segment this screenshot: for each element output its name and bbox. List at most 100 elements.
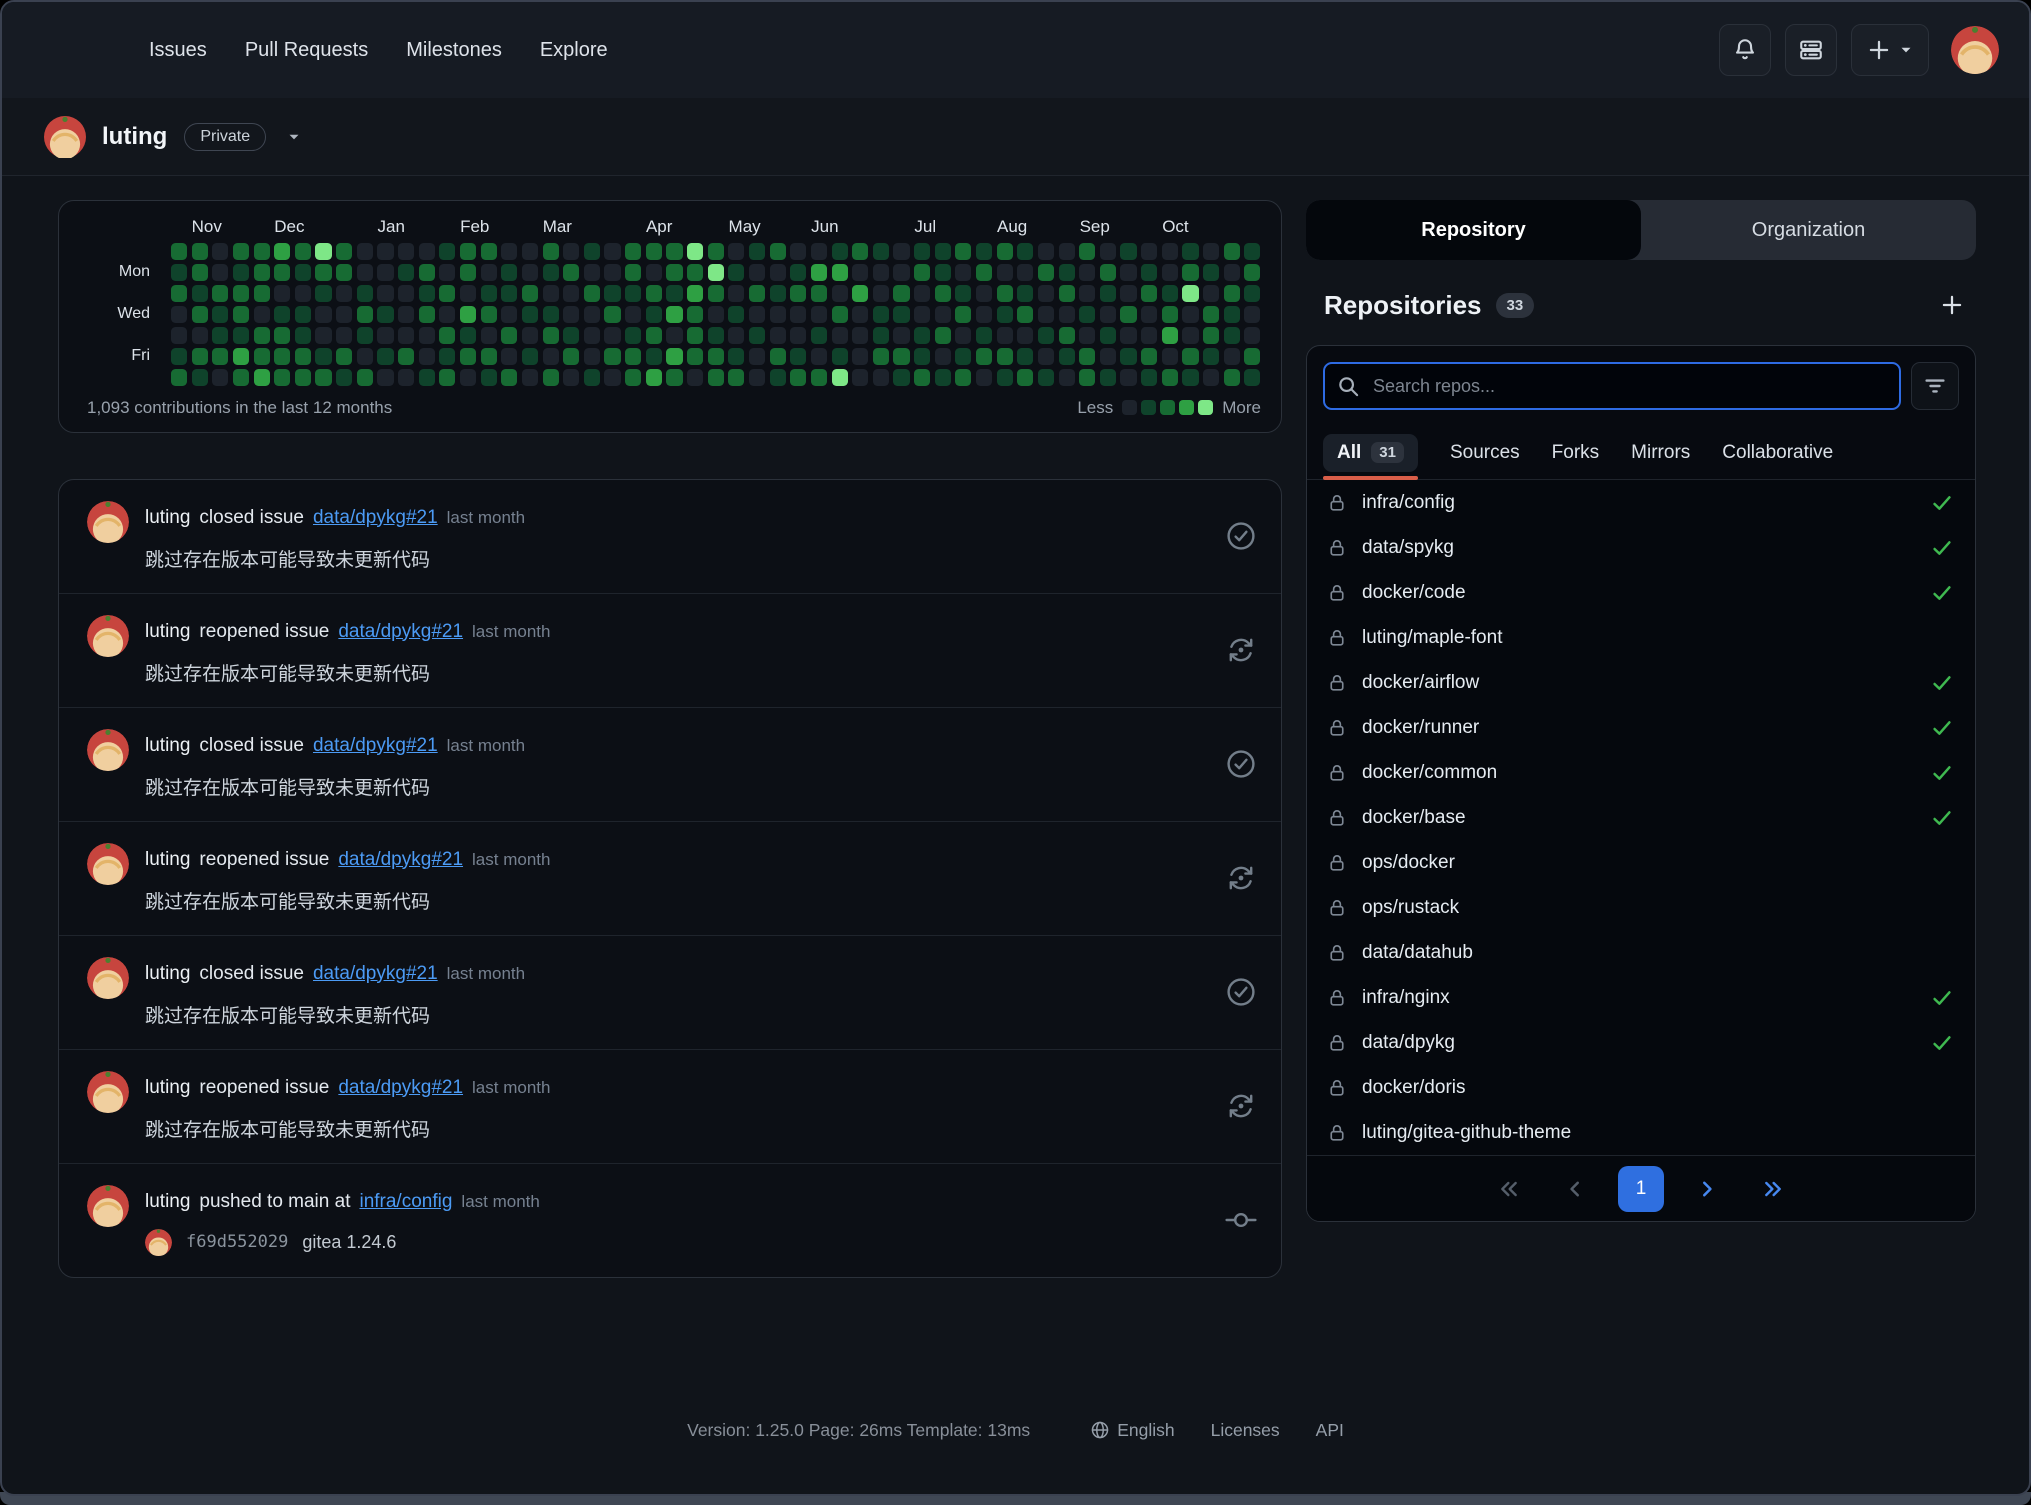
feed-target-link[interactable]: infra/config xyxy=(359,1191,452,1213)
filter-tab-all[interactable]: All31 xyxy=(1323,426,1418,479)
feed-target-link[interactable]: data/dpykg#21 xyxy=(313,735,438,757)
repo-row[interactable]: luting/maple-font xyxy=(1307,615,1975,660)
heatmap-cell xyxy=(295,285,311,302)
prev-page-button[interactable] xyxy=(1552,1166,1598,1212)
repo-name-link[interactable]: docker/code xyxy=(1362,582,1466,604)
feed-actor-link[interactable]: luting xyxy=(145,735,190,757)
repo-name-link[interactable]: docker/airflow xyxy=(1362,672,1479,694)
repo-name-link[interactable]: data/spykg xyxy=(1362,537,1454,559)
user-avatar[interactable] xyxy=(1951,26,1999,74)
feed-avatar[interactable] xyxy=(87,1071,129,1113)
heatmap-cell xyxy=(1244,285,1260,302)
repo-name-link[interactable]: ops/rustack xyxy=(1362,897,1459,919)
heatmap-cell xyxy=(770,348,786,365)
context-tab-repository[interactable]: Repository xyxy=(1306,200,1641,260)
feed-target-link[interactable]: data/dpykg#21 xyxy=(313,963,438,985)
feed-actor-link[interactable]: luting xyxy=(145,1191,190,1213)
feed-target-link[interactable]: data/dpykg#21 xyxy=(338,621,463,643)
feed-actor-link[interactable]: luting xyxy=(145,507,190,529)
create-new-button[interactable] xyxy=(1851,24,1929,76)
repo-name-link[interactable]: data/dpykg xyxy=(1362,1032,1455,1054)
repo-row[interactable]: docker/doris xyxy=(1307,1065,1975,1110)
feed-target-link[interactable]: data/dpykg#21 xyxy=(338,849,463,871)
repo-name-link[interactable]: docker/base xyxy=(1362,807,1466,829)
repo-filter-button[interactable] xyxy=(1911,362,1959,410)
heatmap-month-label: Nov xyxy=(192,217,222,237)
heatmap-cell xyxy=(295,348,311,365)
pagination: 1 xyxy=(1307,1155,1975,1221)
heatmap-cell xyxy=(955,369,971,386)
profile-dropdown-caret[interactable] xyxy=(286,129,302,145)
feed-target-link[interactable]: data/dpykg#21 xyxy=(338,1077,463,1099)
notifications-button[interactable] xyxy=(1719,24,1771,76)
repo-name-link[interactable]: luting/maple-font xyxy=(1362,627,1502,649)
profile-username[interactable]: luting xyxy=(102,123,167,151)
repo-row[interactable]: docker/runner xyxy=(1307,705,1975,750)
repo-row[interactable]: data/datahub xyxy=(1307,930,1975,975)
heatmap-cell xyxy=(522,243,538,260)
feed-avatar[interactable] xyxy=(87,729,129,771)
repo-name-link[interactable]: data/datahub xyxy=(1362,942,1473,964)
filter-tab-mirrors[interactable]: Mirrors xyxy=(1631,426,1690,479)
heatmap-cell xyxy=(274,306,290,323)
heatmap-cell xyxy=(501,264,517,281)
repo-name-link[interactable]: infra/nginx xyxy=(1362,987,1450,1009)
feed-avatar[interactable] xyxy=(87,957,129,999)
repo-row[interactable]: ops/docker xyxy=(1307,840,1975,885)
filter-tab-collaborative[interactable]: Collaborative xyxy=(1722,426,1833,479)
repo-row[interactable]: data/spykg xyxy=(1307,525,1975,570)
heatmap-cell xyxy=(1079,264,1095,281)
next-page-button[interactable] xyxy=(1684,1166,1730,1212)
contributions-summary: 1,093 contributions in the last 12 month… xyxy=(87,398,392,418)
admin-panel-button[interactable] xyxy=(1785,24,1837,76)
feed-actor-link[interactable]: luting xyxy=(145,849,190,871)
feed-actor-link[interactable]: luting xyxy=(145,1077,190,1099)
repo-row[interactable]: docker/common xyxy=(1307,750,1975,795)
footer-link-api[interactable]: API xyxy=(1316,1420,1344,1441)
repo-name-link[interactable]: docker/doris xyxy=(1362,1077,1466,1099)
repo-row[interactable]: ops/rustack xyxy=(1307,885,1975,930)
footer-link-licenses[interactable]: Licenses xyxy=(1211,1420,1280,1441)
repo-row[interactable]: data/dpykg xyxy=(1307,1020,1975,1065)
heatmap-cell xyxy=(687,369,703,386)
lock-icon xyxy=(1327,988,1347,1008)
repo-row[interactable]: luting/gitea-github-theme xyxy=(1307,1110,1975,1155)
context-tab-organization[interactable]: Organization xyxy=(1641,200,1976,260)
repo-row[interactable]: infra/config xyxy=(1307,480,1975,525)
repo-search-input[interactable] xyxy=(1323,362,1901,410)
add-repo-button[interactable] xyxy=(1934,287,1970,323)
current-page-button[interactable]: 1 xyxy=(1618,1166,1664,1212)
heatmap-week-column xyxy=(1162,243,1178,386)
nav-link-explore[interactable]: Explore xyxy=(521,29,627,72)
repo-name-link[interactable]: infra/config xyxy=(1362,492,1455,514)
repo-row[interactable]: docker/base xyxy=(1307,795,1975,840)
last-page-button[interactable] xyxy=(1750,1166,1796,1212)
repo-name-link[interactable]: docker/runner xyxy=(1362,717,1479,739)
profile-avatar[interactable] xyxy=(44,116,86,158)
nav-link-pull-requests[interactable]: Pull Requests xyxy=(226,29,387,72)
heatmap-cell xyxy=(398,285,414,302)
heatmap-cell xyxy=(419,243,435,260)
repo-name-link[interactable]: luting/gitea-github-theme xyxy=(1362,1122,1571,1144)
repo-name-link[interactable]: ops/docker xyxy=(1362,852,1455,874)
nav-link-issues[interactable]: Issues xyxy=(130,29,226,72)
first-page-button[interactable] xyxy=(1486,1166,1532,1212)
feed-avatar[interactable] xyxy=(87,615,129,657)
feed-avatar[interactable] xyxy=(87,843,129,885)
feed-actor-link[interactable]: luting xyxy=(145,621,190,643)
nav-link-milestones[interactable]: Milestones xyxy=(387,29,521,72)
feed-avatar[interactable] xyxy=(87,1185,129,1227)
filter-tab-sources[interactable]: Sources xyxy=(1450,426,1520,479)
repo-row[interactable]: docker/code xyxy=(1307,570,1975,615)
commit-hash-link[interactable]: f69d552029 xyxy=(186,1232,288,1252)
feed-actor-link[interactable]: luting xyxy=(145,963,190,985)
repo-row[interactable]: infra/nginx xyxy=(1307,975,1975,1020)
feed-target-link[interactable]: data/dpykg#21 xyxy=(313,507,438,529)
gitea-logo-icon[interactable] xyxy=(46,23,100,77)
repo-name-link[interactable]: docker/common xyxy=(1362,762,1497,784)
filter-tab-forks[interactable]: Forks xyxy=(1552,426,1600,479)
feed-avatar[interactable] xyxy=(87,501,129,543)
repo-row[interactable]: docker/airflow xyxy=(1307,660,1975,705)
footer-link-english[interactable]: English xyxy=(1090,1420,1174,1441)
heatmap-cell xyxy=(914,285,930,302)
